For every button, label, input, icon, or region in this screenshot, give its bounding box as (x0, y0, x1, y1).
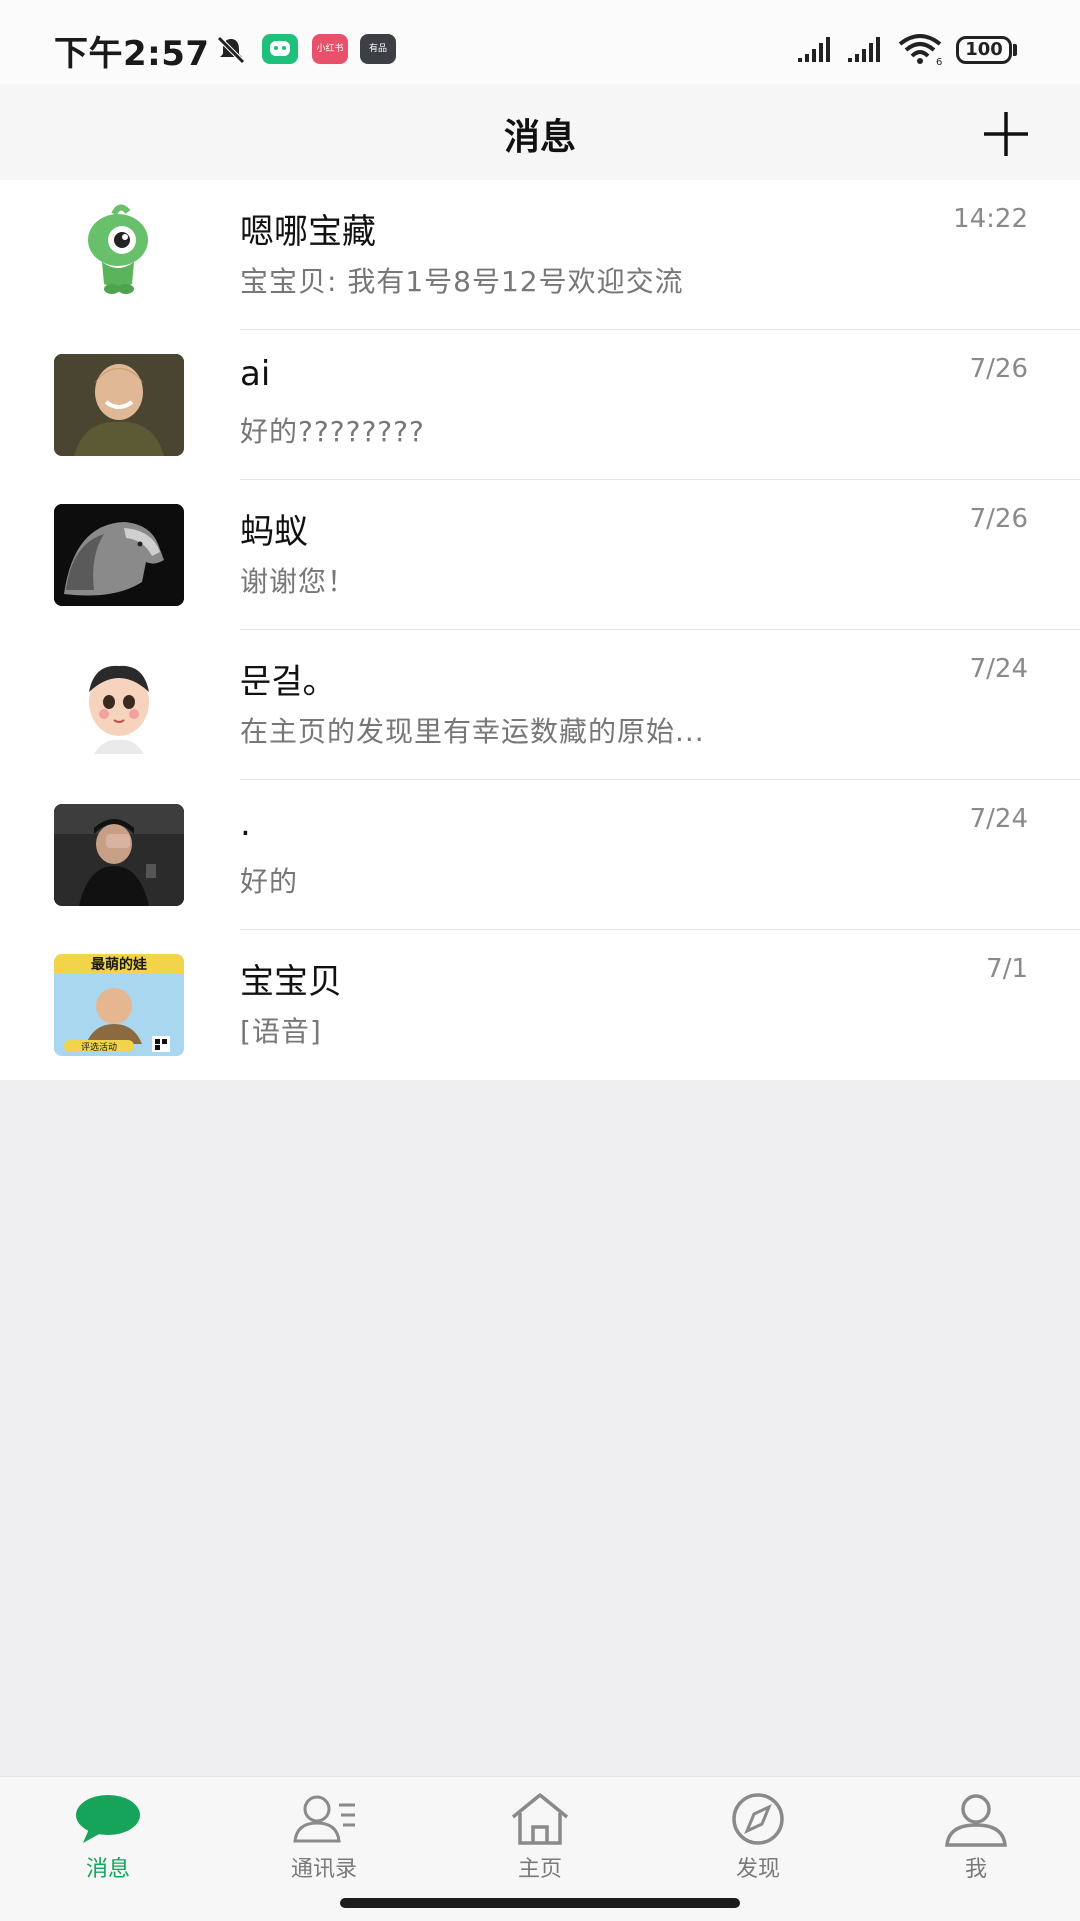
person-in-car-avatar (54, 804, 184, 906)
signal-icon (798, 37, 830, 62)
chat-preview: 好的 (240, 865, 299, 898)
page-title: 消息 (503, 117, 576, 158)
chat-name: 蚂蚁 (240, 512, 308, 552)
chat-list: 嗯哪宝藏 宝宝贝: 我有1号8号12号欢迎交流 14:22 ai 好的?????… (0, 180, 1080, 1080)
chat-name: 宝宝贝 (240, 962, 342, 1002)
chat-preview: [语音] (240, 1015, 322, 1048)
tab-me[interactable]: 我 (906, 1791, 1046, 1883)
chat-preview: 在主页的发现里有幸运数藏的原始... (240, 715, 705, 748)
chat-name: 嗯哪宝藏 (240, 212, 376, 252)
smiling-child-avatar (54, 354, 184, 456)
app-badge-wechat (262, 34, 298, 64)
cartoon-boy-avatar (54, 654, 184, 756)
tab-label: 通讯录 (290, 1857, 357, 1882)
tab-messages[interactable]: 消息 (38, 1791, 178, 1883)
chat-item[interactable]: ai 好的???????? 7/26 (0, 330, 1080, 480)
app-badge-xiaohongshu: 小红书 (312, 34, 348, 64)
tab-label: 我 (964, 1857, 987, 1882)
tab-label: 发现 (735, 1857, 780, 1882)
person-icon (945, 1794, 1007, 1847)
chat-item[interactable]: 문걸。 在主页的发现里有幸运数藏的原始... 7/24 (0, 630, 1080, 780)
tab-contacts[interactable]: 通讯录 (254, 1791, 394, 1883)
poster-title: 最萌的娃 (91, 956, 147, 973)
lion-avatar (54, 504, 184, 606)
header: 消息 (0, 84, 1080, 180)
tab-home[interactable]: 主页 (470, 1791, 610, 1883)
contacts-icon (293, 1795, 355, 1843)
chat-item[interactable]: 最萌的娃 评选活动 宝宝贝 [语音] 7/1 (0, 930, 1080, 1080)
app-badge-youpin: 有品 (360, 34, 396, 64)
chat-time: 7/26 (969, 354, 1028, 384)
poster-subtitle: 评选活动 (81, 1041, 117, 1053)
tab-label: 消息 (85, 1857, 130, 1882)
status-bar: 下午2:57 小红书 有品 6 100 (0, 0, 1080, 84)
battery-indicator: 100 (956, 36, 1012, 64)
chat-time: 7/24 (969, 804, 1028, 834)
chat-bubble-icon (76, 1795, 140, 1843)
chat-item[interactable]: . 好的 7/24 (0, 780, 1080, 930)
tab-label: 主页 (517, 1857, 562, 1882)
home-icon (511, 1793, 569, 1845)
status-time: 下午2:57 (54, 34, 210, 74)
chat-time: 14:22 (953, 204, 1028, 234)
chat-name: . (240, 804, 251, 844)
battery-tip (1013, 44, 1017, 56)
chat-item[interactable]: 嗯哪宝藏 宝宝贝: 我有1号8号12号欢迎交流 14:22 (0, 180, 1080, 330)
chat-item[interactable]: 蚂蚁 谢谢您！ 7/26 (0, 480, 1080, 630)
chat-icon (270, 41, 290, 56)
compass-icon (732, 1793, 784, 1845)
wifi-icon: 6 (898, 34, 942, 66)
svg-text:6: 6 (936, 57, 942, 66)
chat-time: 7/1 (986, 954, 1028, 984)
chat-name: ai (240, 354, 271, 394)
signal-icon-2 (848, 37, 880, 62)
chat-preview: 宝宝贝: 我有1号8号12号欢迎交流 (240, 265, 684, 298)
mute-icon (217, 36, 245, 64)
chat-name: 문걸。 (240, 662, 337, 702)
chat-time: 7/26 (969, 504, 1028, 534)
chat-preview: 谢谢您！ (240, 565, 357, 598)
chat-time: 7/24 (969, 654, 1028, 684)
home-indicator[interactable] (340, 1898, 740, 1908)
poster-avatar: 最萌的娃 评选活动 (54, 954, 184, 1056)
green-mascot-avatar (54, 204, 184, 306)
chat-preview: 好的???????? (240, 415, 425, 448)
add-button[interactable] (978, 106, 1034, 162)
tab-discover[interactable]: 发现 (688, 1791, 828, 1883)
